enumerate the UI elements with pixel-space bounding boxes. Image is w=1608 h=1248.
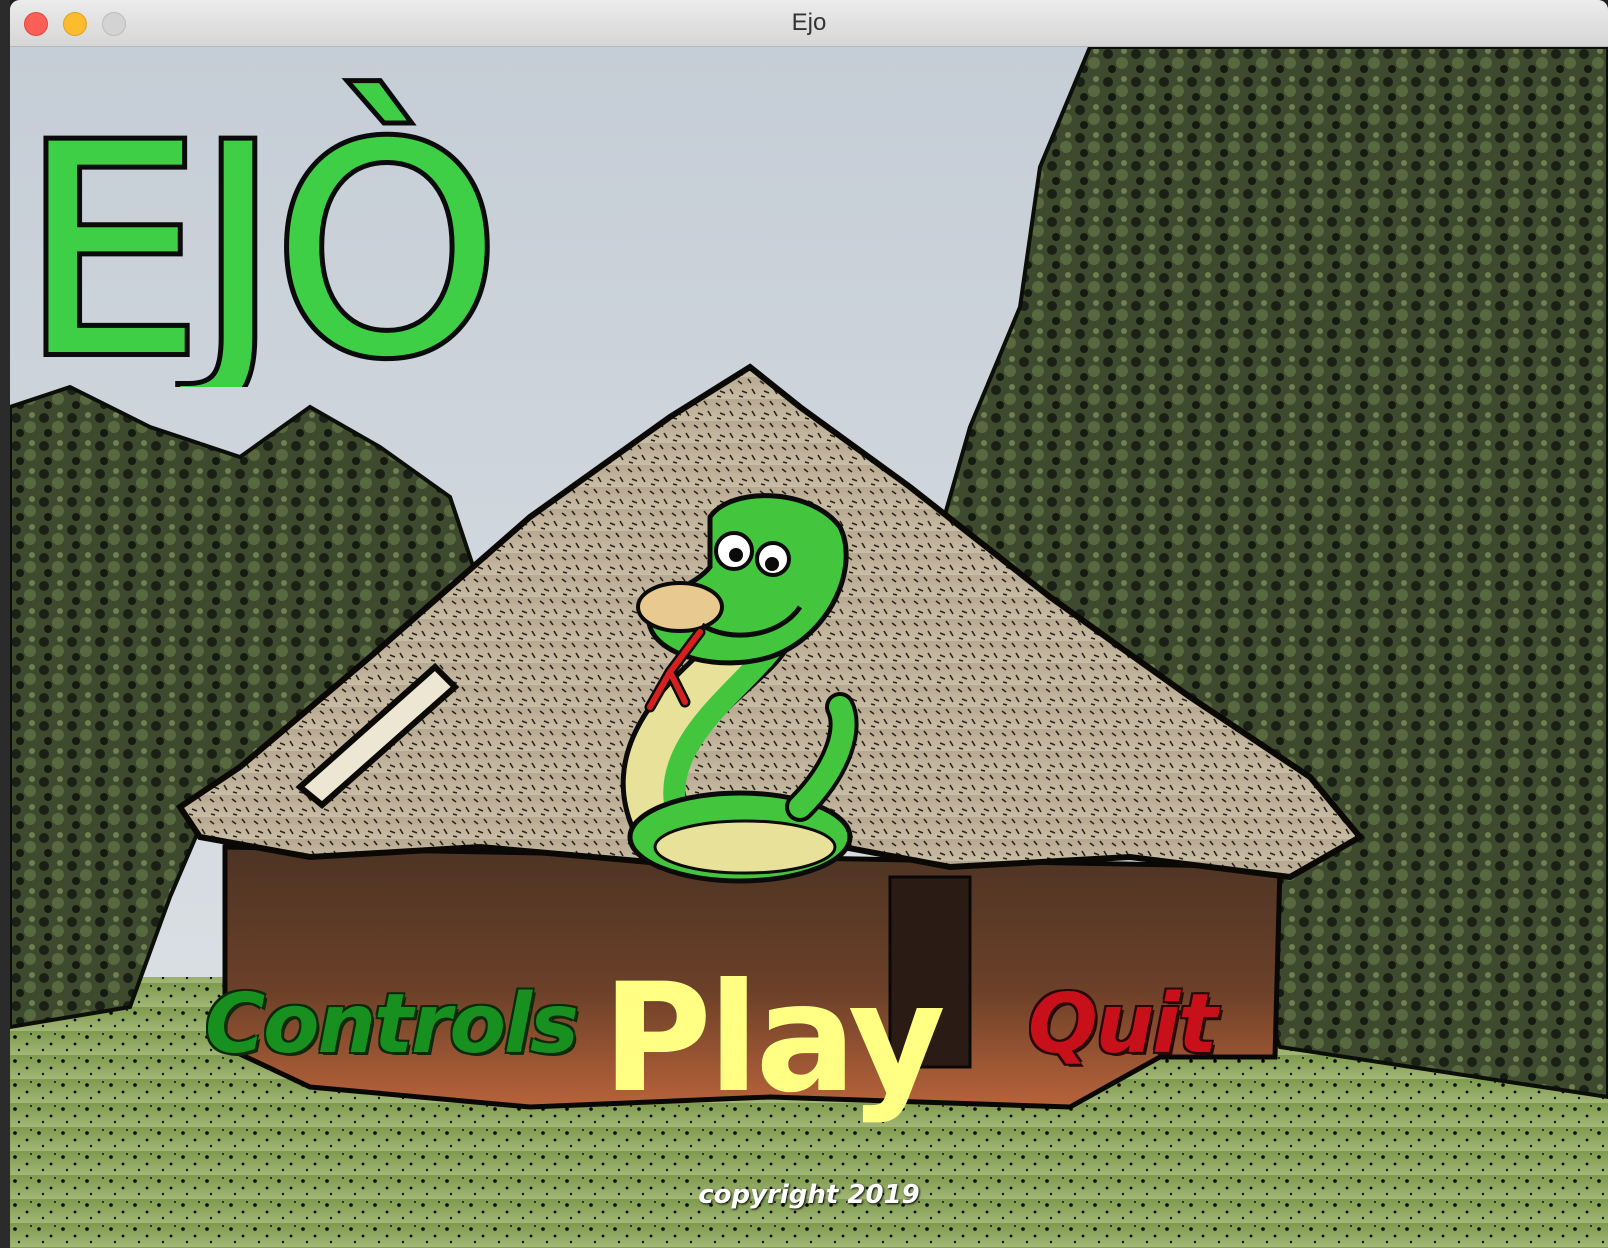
game-logo: EJÒ	[15, 75, 506, 387]
logo-text: EJÒ	[20, 80, 493, 387]
background-desktop-strip	[0, 0, 10, 1248]
game-window: Ejo EJÒ Controls Play Quit copyright 201…	[10, 0, 1608, 1248]
controls-button[interactable]: Controls	[205, 977, 579, 1072]
title-bar[interactable]: Ejo	[10, 0, 1608, 47]
quit-button[interactable]: Quit	[1028, 977, 1217, 1072]
window-title: Ejo	[791, 9, 827, 36]
copyright-text: copyright 2019	[698, 1180, 920, 1210]
game-scene: EJÒ Controls Play Quit copyright 2019	[10, 47, 1608, 1248]
play-button[interactable]: Play	[602, 952, 946, 1126]
